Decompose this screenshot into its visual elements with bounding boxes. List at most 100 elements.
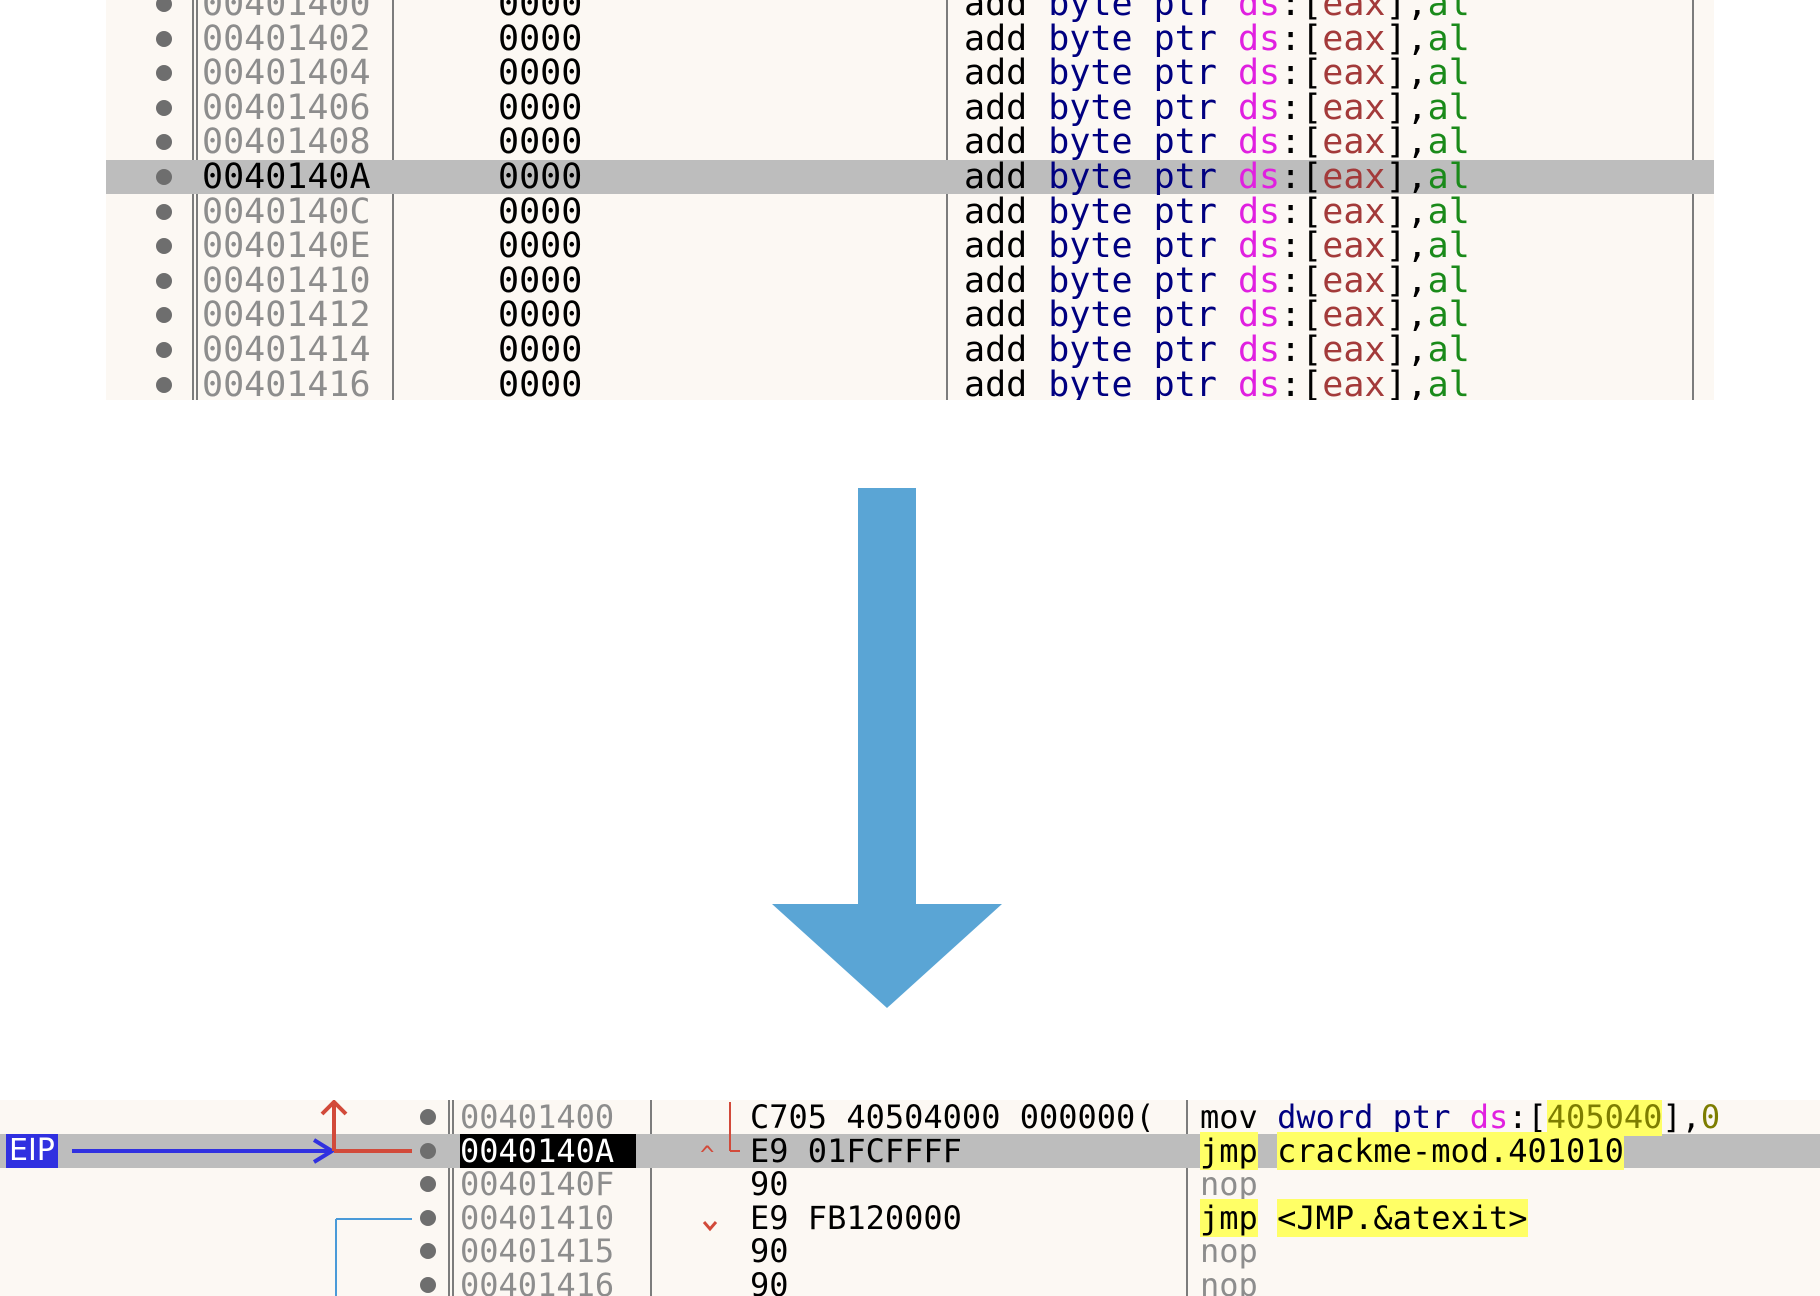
- register-8bit: al: [1427, 364, 1470, 400]
- breakpoint-dot-icon: [156, 134, 172, 151]
- table-row[interactable]: 00401404 0000 add byte ptr ds:[eax],al: [106, 53, 1714, 94]
- address-cell: 00401408: [202, 122, 371, 163]
- instruction-cell: add byte ptr ds:[eax],al: [964, 298, 1470, 333]
- register-8bit: al: [1428, 399, 1470, 400]
- operand-size-keyword: dword ptr: [1277, 1100, 1451, 1136]
- breakpoint-dot-icon: [156, 0, 172, 12]
- bytes-cell: 0000: [498, 53, 583, 94]
- ptr-keyword: ptr: [1154, 399, 1217, 400]
- table-row[interactable]: 00401410 0000 add byte ptr ds:[eax],al: [106, 260, 1714, 301]
- table-row[interactable]: 00401412 0000 add byte ptr ds:[eax],al: [106, 295, 1714, 336]
- address-cell: 0040140E: [202, 226, 371, 267]
- instruction-cell: add byte ptr ds:[eax],al: [964, 364, 1470, 400]
- table-row[interactable]: 00401415 90 nop: [0, 1234, 1820, 1268]
- table-row[interactable]: 00401406 0000 add byte ptr ds:[eax],al: [106, 87, 1714, 128]
- breakpoint-dot-icon: [156, 65, 172, 82]
- bytes-cell: 0000: [498, 260, 583, 301]
- mnemonic: mov: [1200, 1100, 1258, 1136]
- punctuation: :[: [1280, 364, 1323, 400]
- breakpoint-dot-icon: [156, 99, 172, 116]
- table-row[interactable]: 0040140E 0000 add byte ptr ds:[eax],al: [106, 226, 1714, 267]
- breakpoint-dot-icon: [420, 1209, 436, 1226]
- jump-target: crackme-mod.401010: [1277, 1131, 1624, 1170]
- bytes-cell: 0000: [498, 122, 583, 163]
- address-cell: 00401410: [202, 260, 371, 301]
- segment-register: ds: [1238, 399, 1280, 400]
- breakpoint-dot-icon: [156, 238, 172, 255]
- address-cell: 00401406: [202, 87, 371, 128]
- instruction-cell: jmp crackme-mod.401010: [1200, 1131, 1624, 1170]
- bytes-cell: 0000: [498, 364, 583, 400]
- immediate-operand: 0: [1700, 1100, 1721, 1136]
- segment-register: ds: [1237, 364, 1281, 400]
- bytes-cell: 0000: [498, 87, 583, 128]
- bytes-cell: E9 FB120000: [750, 1200, 962, 1235]
- bottom-disassembly-panel: EIP ^ 00401400 C705 40504000 000000(mov d…: [0, 1100, 1820, 1296]
- breakpoint-dot-icon: [156, 342, 172, 358]
- table-row[interactable]: 00401402 0000 add byte ptr ds:[eax],al: [106, 18, 1714, 59]
- mnemonic: jmp: [1200, 1131, 1258, 1170]
- address-operand: 405040: [1546, 1100, 1663, 1136]
- mnemonic: nop: [1200, 1232, 1258, 1271]
- bytes-cell: 0000: [498, 0, 583, 24]
- size-keyword: byte: [1048, 399, 1132, 400]
- bytes-cell: 90: [750, 1268, 789, 1296]
- punctuation: ],: [1386, 399, 1428, 400]
- breakpoint-dot-icon: [420, 1243, 436, 1260]
- address-cell: 0040140C: [202, 191, 371, 232]
- address-cell: 00401415: [460, 1232, 615, 1271]
- breakpoint-dot-icon: [156, 272, 172, 289]
- table-row[interactable]: 0040140C 0000 add byte ptr ds:[eax],al: [106, 191, 1714, 232]
- size-keyword: byte: [1048, 364, 1133, 400]
- bytes-cell: 0000: [498, 18, 583, 59]
- table-row[interactable]: 00401400 C705 40504000 000000(mov dword p…: [0, 1100, 1820, 1136]
- breakpoint-dot-icon: [156, 376, 172, 393]
- address-cell: 00401414: [202, 330, 371, 370]
- breakpoint-dot-icon: [420, 1142, 436, 1159]
- mnemonic: jmp: [1200, 1198, 1258, 1237]
- address-cell: 00401404: [202, 53, 371, 94]
- mnemonic: nop: [1200, 1165, 1258, 1204]
- table-row[interactable]: 0040140A 0000 add byte ptr ds:[eax],al: [106, 157, 1714, 197]
- instruction-cell: add byte ptr ds:[eax],al: [964, 194, 1470, 229]
- table-row[interactable]: 00401414 0000 add byte ptr ds:[eax],al: [106, 330, 1714, 370]
- breakpoint-dot-icon: [156, 169, 172, 185]
- instruction-cell: jmp <JMP.&atexit>: [1200, 1198, 1528, 1237]
- table-row[interactable]: 00401410 E9 FB120000 jmp <JMP.&atexit>: [0, 1198, 1820, 1237]
- instruction-cell: nop: [1200, 1234, 1258, 1268]
- address-cell: 00401416: [460, 1266, 615, 1296]
- table-row[interactable]: 00401408 0000 add byte ptr ds:[eax],al: [106, 122, 1714, 163]
- bytes-cell: E9 01FCFFFF: [750, 1133, 962, 1168]
- instruction-cell: add byte ptr ds:[eax],al: [964, 21, 1470, 56]
- table-row[interactable]: 00401416 90 nop: [0, 1268, 1820, 1296]
- ptr-keyword: ptr: [1153, 364, 1217, 400]
- bytes-cell: 0000: [498, 191, 583, 232]
- table-row[interactable]: 00401416 0000 add byte ptr ds:[eax],al: [106, 364, 1714, 400]
- table-row[interactable]: 00401400 0000 add byte ptr ds:[eax],al: [106, 0, 1714, 24]
- instruction-cell: add byte ptr ds:[eax],al: [964, 90, 1470, 125]
- register: eax: [1322, 364, 1386, 400]
- segment-register: ds: [1469, 1100, 1509, 1136]
- address-cell: 00401400: [460, 1100, 615, 1136]
- instruction-cell: add byte ptr ds:[eax],al: [964, 263, 1470, 298]
- instruction-cell: add byte ptr ds:[eax],al: [964, 333, 1470, 368]
- punctuation: ],: [1662, 1100, 1701, 1136]
- instruction-cell: add byte ptr ds:[eax],al: [964, 125, 1470, 160]
- mnemonic: add: [964, 364, 1028, 400]
- instruction-cell: mov dword ptr ds:[405040],0: [1200, 1100, 1721, 1136]
- table-row[interactable]: 0040140F 90 nop: [0, 1167, 1820, 1201]
- jump-target: <JMP.&atexit>: [1277, 1198, 1528, 1237]
- instruction-cell: nop: [1200, 1167, 1258, 1201]
- address-cell: 0040140F: [460, 1165, 615, 1204]
- bytes-cell: 0000: [498, 330, 583, 370]
- table-row[interactable]: 0040140A E9 01FCFFFF jmp crackme-mod.40101…: [0, 1131, 1820, 1170]
- bytes-cell: 0000: [498, 157, 583, 197]
- punctuation: :[: [1508, 1100, 1547, 1136]
- instruction-cell: add byte ptr ds:[eax],al: [964, 229, 1470, 264]
- address-cell: 0040140A: [202, 157, 371, 197]
- instruction-cell: nop: [1200, 1268, 1258, 1296]
- address-cell: 00401402: [202, 18, 371, 59]
- punctuation: :[: [1280, 399, 1322, 400]
- address-cell: 00401412: [202, 295, 371, 336]
- breakpoint-dot-icon: [420, 1277, 436, 1293]
